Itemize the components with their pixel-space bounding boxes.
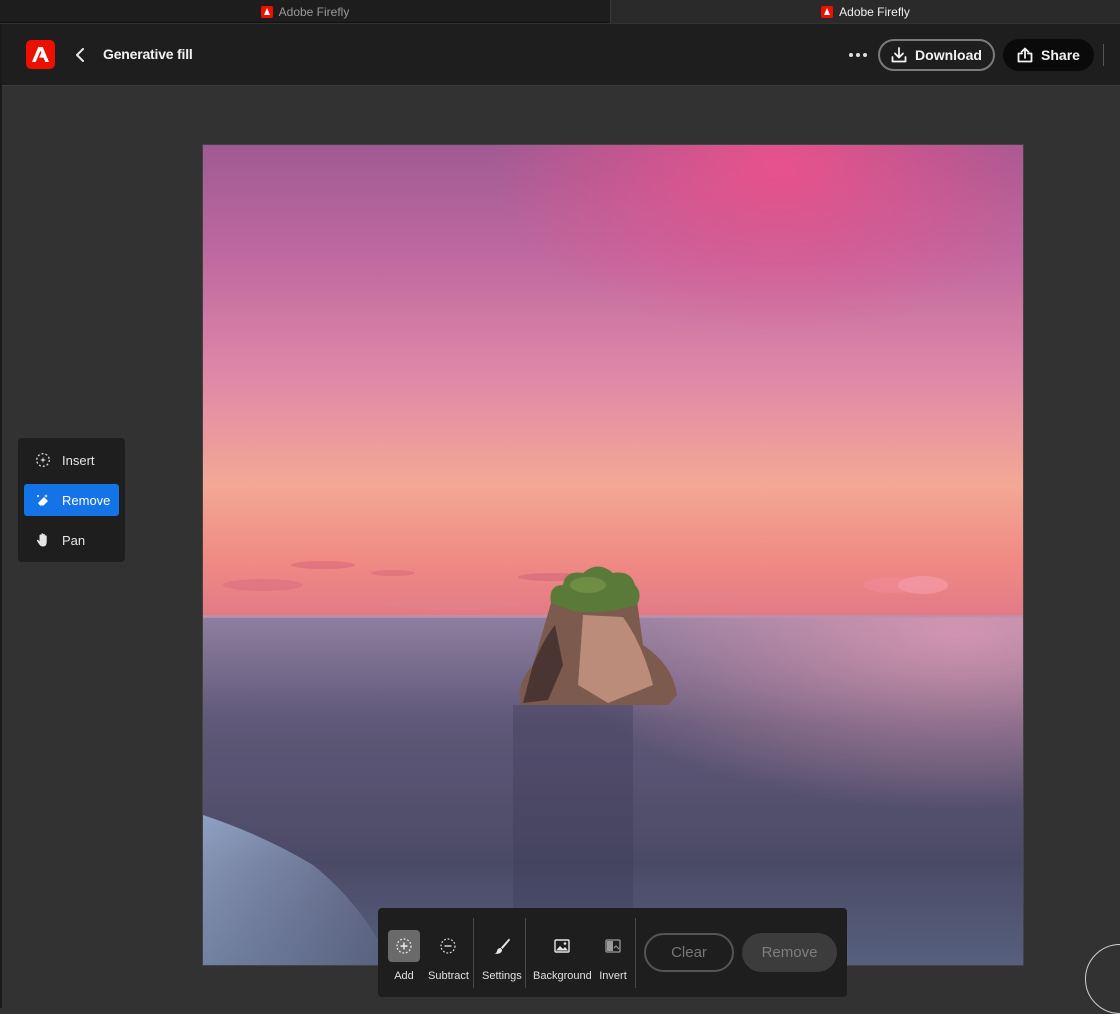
image-canvas[interactable]	[202, 144, 1024, 966]
download-icon	[891, 47, 907, 63]
background-label: Background	[533, 970, 592, 982]
adobe-logo-icon[interactable]	[26, 40, 55, 69]
selection-toolbar: Add Subtract Settings Background Invert …	[378, 908, 847, 997]
tool-pan-label: Pan	[62, 532, 86, 548]
brush-settings-icon	[494, 938, 510, 954]
tool-insert-label: Insert	[62, 452, 95, 468]
back-chevron-icon[interactable]	[68, 41, 92, 69]
remove-generate-button[interactable]: Remove	[742, 933, 837, 972]
settings-label: Settings	[482, 970, 522, 982]
toolbar-divider	[635, 918, 636, 988]
add-button[interactable]: Add	[388, 930, 420, 982]
browser-tab-2-active[interactable]: Adobe Firefly	[611, 0, 1120, 23]
browser-tab-1[interactable]: Adobe Firefly	[0, 0, 611, 23]
subtract-label: Subtract	[428, 970, 469, 982]
eraser-icon	[34, 491, 52, 509]
toolbar-divider	[473, 918, 474, 988]
sunset-sea-rock-image	[203, 145, 1023, 965]
invert-label: Invert	[599, 970, 627, 982]
share-label: Share	[1041, 47, 1080, 63]
browser-tab-strip: Adobe Firefly Adobe Firefly	[0, 0, 1120, 23]
subtract-button[interactable]: Subtract	[428, 930, 469, 982]
share-button[interactable]: Share	[1003, 39, 1094, 71]
browser-tab-1-label: Adobe Firefly	[278, 4, 350, 19]
browser-tab-2-label: Adobe Firefly	[839, 4, 910, 19]
app-header: Generative fill Download Share	[2, 24, 1120, 86]
tool-insert[interactable]: Insert	[24, 444, 119, 476]
adobe-favicon-icon	[821, 5, 834, 18]
window-edge	[0, 24, 2, 1008]
more-options-icon[interactable]	[844, 42, 872, 68]
subtract-brush-icon	[440, 938, 457, 954]
toolbar-divider	[525, 918, 526, 988]
insert-sparkle-icon	[34, 451, 52, 469]
header-divider	[1103, 44, 1104, 66]
background-button[interactable]: Background	[533, 930, 592, 982]
tool-remove[interactable]: Remove	[24, 484, 119, 516]
download-label: Download	[915, 47, 982, 63]
adobe-favicon-icon	[260, 5, 273, 18]
share-icon	[1017, 47, 1033, 63]
invert-button[interactable]: Invert	[597, 930, 629, 982]
tool-pan[interactable]: Pan	[24, 524, 119, 556]
add-label: Add	[394, 970, 414, 982]
page-title: Generative fill	[103, 46, 193, 62]
hand-icon	[34, 531, 52, 549]
clear-button[interactable]: Clear	[644, 933, 734, 972]
add-brush-icon	[396, 938, 412, 954]
floating-action-circle[interactable]	[1085, 944, 1120, 1014]
download-button[interactable]: Download	[878, 39, 995, 71]
image-background-icon	[554, 939, 571, 953]
tool-panel: Insert Remove Pan	[18, 438, 125, 562]
invert-selection-icon	[605, 939, 621, 953]
settings-button[interactable]: Settings	[482, 930, 522, 982]
tool-remove-label: Remove	[62, 492, 111, 508]
